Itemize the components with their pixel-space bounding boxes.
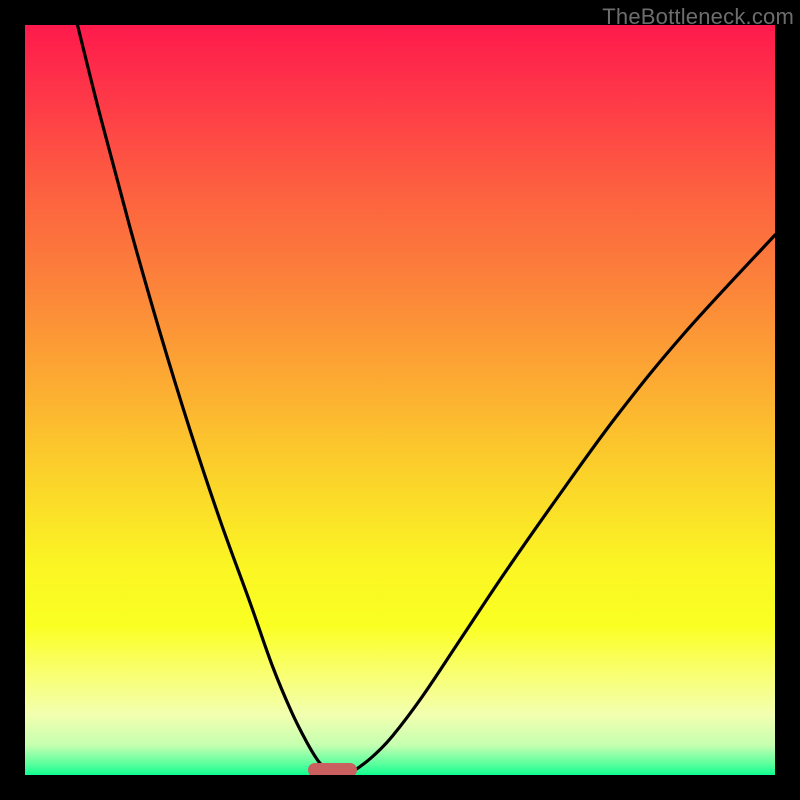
chart-frame: TheBottleneck.com (0, 0, 800, 800)
plot-area (25, 25, 775, 775)
watermark-text: TheBottleneck.com (602, 4, 794, 30)
curve-left-branch (78, 25, 332, 774)
bottleneck-curve (25, 25, 775, 775)
curve-right-branch (349, 235, 775, 774)
minimum-marker (308, 763, 357, 775)
